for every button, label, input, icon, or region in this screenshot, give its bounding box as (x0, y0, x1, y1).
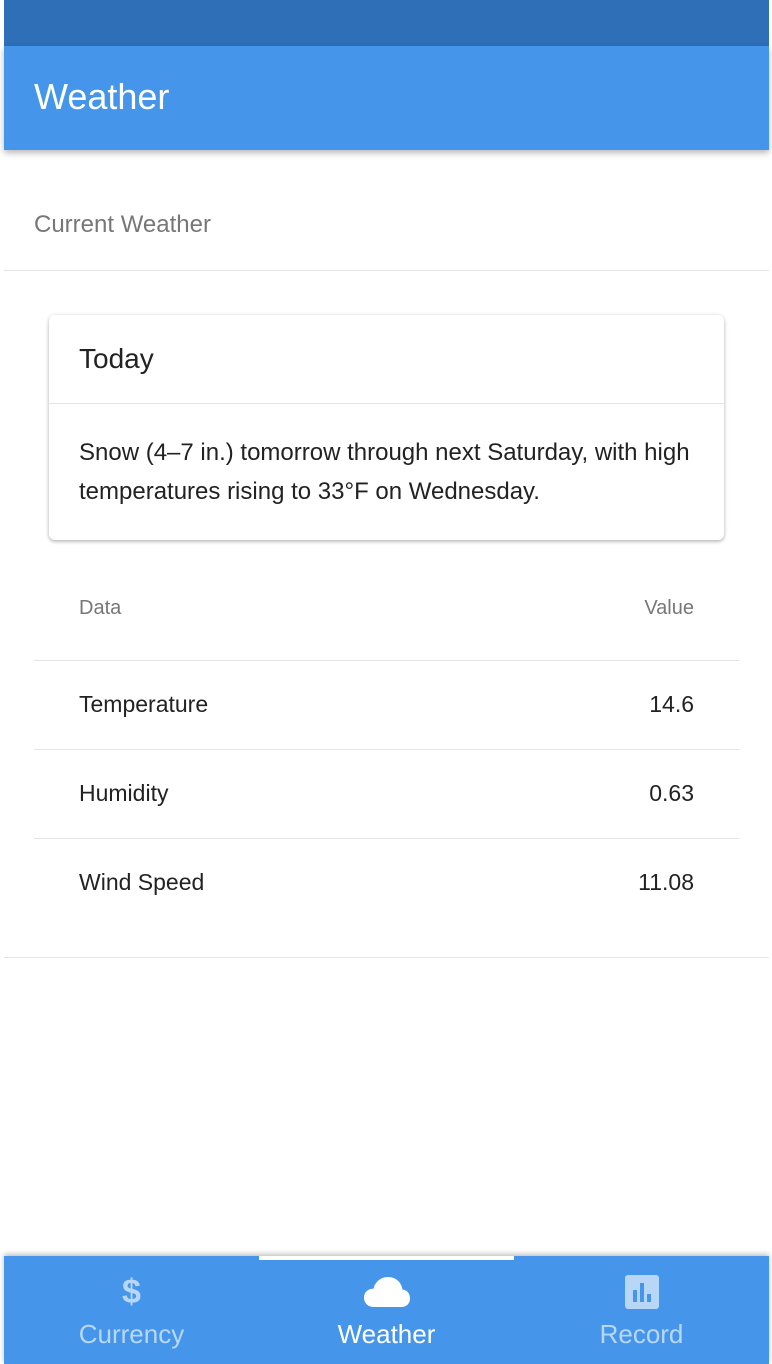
weather-data-table: Data Value Temperature 14.6 Humidity 0.6… (34, 565, 739, 927)
card-title: Today (79, 343, 154, 374)
cloud-icon (259, 1272, 514, 1312)
dollar-icon: $ (122, 1273, 141, 1311)
table-row-wind-speed: Wind Speed 11.08 (34, 839, 739, 927)
section-title: Current Weather (34, 211, 211, 238)
app-title: Weather (34, 76, 170, 117)
tab-currency[interactable]: $ Currency (4, 1256, 259, 1364)
row-label: Temperature (79, 691, 209, 717)
column-header-value: Value (644, 597, 694, 619)
weather-summary: Snow (4–7 in.) tomorrow through next Sat… (79, 439, 690, 505)
app-bar: Weather (4, 46, 769, 150)
tab-weather[interactable]: Weather (259, 1256, 514, 1364)
table-header-row: Data Value (34, 565, 739, 661)
tab-label: Currency (78, 1319, 185, 1349)
table-row-temperature: Temperature 14.6 (34, 661, 739, 750)
row-value: 11.08 (638, 869, 694, 895)
row-label: Wind Speed (79, 869, 205, 895)
row-label: Humidity (79, 780, 169, 806)
active-tab-indicator (259, 1256, 514, 1260)
row-value: 0.63 (649, 780, 694, 806)
table-row-humidity: Humidity 0.63 (34, 750, 739, 839)
card-header: Today (49, 315, 724, 404)
content-divider (4, 957, 769, 958)
section-header: Current Weather (4, 150, 769, 271)
tab-record[interactable]: Record (514, 1256, 769, 1364)
bar-chart-icon (514, 1272, 769, 1312)
today-card: Today Snow (4–7 in.) tomorrow through ne… (49, 315, 724, 540)
tab-label: Weather (337, 1319, 436, 1349)
status-bar (4, 0, 769, 46)
tab-label: Record (599, 1319, 684, 1349)
bottom-tab-bar: $ Currency Weather Record (4, 1256, 769, 1364)
app-screen: Weather Current Weather Today Snow (4–7 … (4, 0, 769, 1364)
row-value: 14.6 (649, 691, 694, 717)
column-header-data: Data (79, 597, 122, 619)
